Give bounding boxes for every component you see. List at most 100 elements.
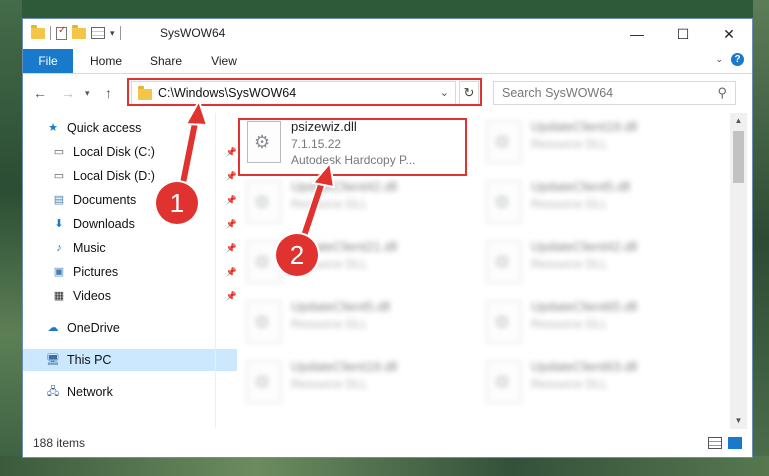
videos-icon: ▦ [53,290,65,302]
drive-icon: ▭ [53,146,65,158]
file-description: Resource DLL [291,377,368,391]
desktop-background-bottom [0,456,769,476]
file-item[interactable]: UpdateClient5.dll Resource DLL [479,175,714,231]
search-box[interactable]: Search SysWOW64 ⚲ [493,81,736,105]
large-icons-view-icon[interactable] [728,437,742,449]
desktop-background-left [0,0,22,476]
sidebar-item-local-disk-c[interactable]: ▭ Local Disk (C:) 📌 [23,141,243,163]
search-input[interactable]: Search SysWOW64 [502,86,613,100]
sidebar-item-label: Local Disk (C:) [73,145,155,159]
sidebar-item-network[interactable]: 🖧 Network [23,381,237,403]
refresh-button[interactable]: ↻ [459,81,479,105]
dll-file-icon [487,121,521,163]
step-2-badge: 2 [276,234,318,276]
file-description: Resource DLL [291,317,368,331]
file-name: UpdateClient42.dll [531,239,638,254]
dll-file-icon [487,301,521,343]
sidebar-item-label: Local Disk (D:) [73,169,155,183]
quick-access-toolbar: ▾ [31,24,121,40]
scroll-up-icon[interactable]: ▲ [730,113,747,129]
pictures-icon: ▣ [53,266,65,278]
toolbar-separator [50,26,51,40]
file-item[interactable]: UpdateClient19.dll Resource DLL [479,115,714,171]
vertical-scrollbar[interactable]: ▲ ▼ [730,113,747,429]
tab-file[interactable]: File [23,49,73,73]
sidebar-item-label: Videos [73,289,111,303]
file-item[interactable]: UpdateClient19.dll Resource DLL [239,355,474,411]
help-icon[interactable]: ? [731,53,744,66]
address-bar[interactable]: C:\Windows\SysWOW64 ⌄ [131,81,456,105]
onedrive-icon: ☁ [47,322,59,334]
sidebar-item-label: Documents [73,193,137,207]
sidebar-item-pictures[interactable]: ▣ Pictures 📌 [23,261,243,283]
address-path[interactable]: C:\Windows\SysWOW64 [158,86,296,100]
scroll-down-icon[interactable]: ▼ [730,413,747,429]
sidebar-item-label: This PC [67,353,112,367]
dll-file-icon [487,181,521,223]
up-arrow-icon[interactable]: ↑ [105,85,112,101]
details-view-icon[interactable] [708,437,722,449]
sidebar-item-videos[interactable]: ▦ Videos 📌 [23,285,243,307]
file-item[interactable]: UpdateClient42.dll Resource DLL [479,235,714,291]
dll-file-icon [487,241,521,283]
desktop-background-right [753,0,769,476]
expand-ribbon-icon[interactable]: ⌄ [715,54,723,65]
tab-home[interactable]: Home [81,49,131,73]
sidebar-item-onedrive[interactable]: ☁ OneDrive [23,317,237,339]
scrollbar-thumb[interactable] [733,131,744,183]
properties-icon[interactable] [91,27,105,39]
dll-file-icon [247,361,281,403]
file-item[interactable]: UpdateClient21.dll Resource DLL [239,235,474,291]
sidebar-item-label: Network [67,385,113,399]
file-explorer-window: ▾ SysWOW64 — ☐ ✕ File Home Share View ⌄ … [22,18,753,458]
address-dropdown-icon[interactable]: ⌄ [440,86,449,99]
sidebar-item-label: Music [73,241,106,255]
drive-icon: ▭ [53,170,65,182]
maximize-button[interactable]: ☐ [660,19,706,49]
file-description: Resource DLL [291,197,368,211]
sidebar-item-downloads[interactable]: ⬇ Downloads 📌 [23,213,243,235]
sidebar-item-music[interactable]: ♪ Music 📌 [23,237,243,259]
file-item[interactable]: UpdateClient63.dll Resource DLL [479,355,714,411]
sidebar-item-label: OneDrive [67,321,120,335]
dll-file-icon [487,361,521,403]
folder-icon [31,24,45,39]
sidebar-item-this-pc[interactable]: 🖥 This PC [23,349,237,371]
close-button[interactable]: ✕ [706,19,752,49]
folder-icon [138,86,152,100]
dll-file-icon [247,241,281,283]
file-version: 7.1.15.22 [291,137,342,151]
window-controls: — ☐ ✕ [614,19,752,49]
item-count: 188 items [33,436,86,450]
file-description: Resource DLL [531,377,608,391]
file-item-psizewiz[interactable]: psizewiz.dll 7.1.15.22 Autodesk Hardcopy… [239,115,474,171]
pane-divider[interactable] [215,113,216,428]
recent-locations-caret-icon[interactable]: ▾ [85,88,90,99]
properties-check-icon[interactable] [56,25,67,40]
file-item[interactable]: UpdateClient5.dll Resource DLL [239,295,474,351]
file-item[interactable]: UpdateClient42.dll Resource DLL [239,175,474,231]
ribbon-tabs: File Home Share View ⌄ ? [23,49,752,74]
forward-arrow-icon[interactable]: → [61,85,75,101]
file-name: UpdateClient5.dll [291,299,391,314]
file-item[interactable]: UpdateClient65.dll Resource DLL [479,295,714,351]
tab-share[interactable]: Share [141,49,191,73]
sidebar-item-label: Pictures [73,265,119,279]
file-description: Resource DLL [531,317,608,331]
sidebar-item-quick-access[interactable]: ★ Quick access [23,117,237,139]
ribbon-right-controls: ⌄ ? [715,53,744,66]
minimize-button[interactable]: — [614,19,660,49]
sidebar-item-local-disk-d[interactable]: ▭ Local Disk (D:) 📌 [23,165,243,187]
back-arrow-icon[interactable]: ← [33,85,47,101]
file-name: UpdateClient5.dll [531,179,631,194]
new-folder-icon[interactable] [72,24,86,39]
sidebar-item-documents[interactable]: ▤ Documents 📌 [23,189,243,211]
sidebar-item-label: Downloads [73,217,135,231]
customize-toolbar-caret-icon[interactable]: ▾ [110,28,115,39]
tab-view[interactable]: View [199,49,249,73]
file-name: UpdateClient42.dll [291,179,398,194]
dll-file-icon [247,121,281,163]
music-icon: ♪ [56,242,62,254]
dll-file-icon [247,181,281,223]
file-description: Autodesk Hardcopy P... [291,153,416,167]
